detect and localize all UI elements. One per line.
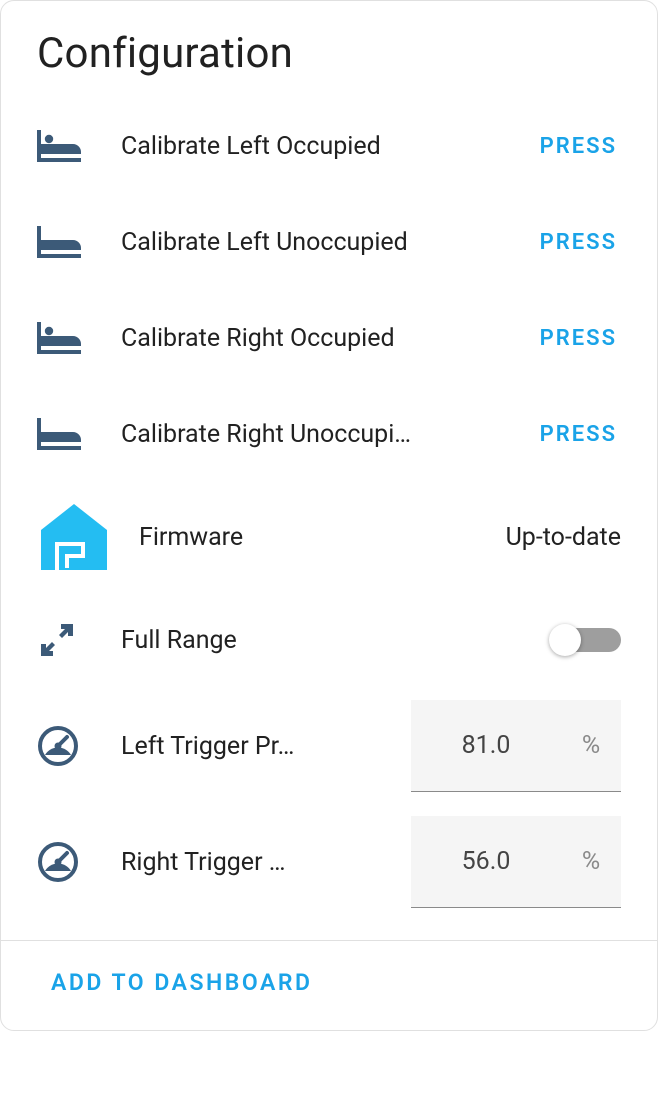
full-range-toggle[interactable] xyxy=(549,624,621,656)
left-trigger-input-wrap: % xyxy=(411,700,621,792)
row-calibrate-left-unoccupied: Calibrate Left Unoccupied PRESS xyxy=(37,194,621,290)
bed-occupied-icon xyxy=(37,322,97,354)
row-calibrate-right-unoccupied: Calibrate Right Unoccupi… PRESS xyxy=(37,386,621,482)
bed-unoccupied-icon xyxy=(37,418,97,450)
press-button-calibrate-left-unoccupied[interactable]: PRESS xyxy=(536,222,621,263)
right-trigger-input-wrap: % xyxy=(411,816,621,908)
card-header: Configuration xyxy=(1,1,657,88)
bed-unoccupied-icon xyxy=(37,226,97,258)
config-rows: Calibrate Left Occupied PRESS Calibrate … xyxy=(1,88,657,940)
row-calibrate-right-occupied: Calibrate Right Occupied PRESS xyxy=(37,290,621,386)
row-label: Firmware xyxy=(139,523,482,552)
row-right-trigger: Right Trigger … % xyxy=(37,804,621,920)
press-button-calibrate-right-occupied[interactable]: PRESS xyxy=(536,318,621,359)
press-button-calibrate-left-occupied[interactable]: PRESS xyxy=(536,126,621,167)
toggle-thumb xyxy=(549,624,581,656)
expand-icon xyxy=(37,620,97,660)
row-label: Right Trigger … xyxy=(121,848,387,877)
row-label: Left Trigger Pr… xyxy=(121,732,387,761)
unit-label: % xyxy=(561,816,621,907)
press-button-calibrate-right-unoccupied[interactable]: PRESS xyxy=(536,414,621,455)
row-label: Full Range xyxy=(121,626,525,655)
row-label: Calibrate Left Unoccupied xyxy=(121,228,512,257)
add-to-dashboard-button[interactable]: ADD TO DASHBOARD xyxy=(51,969,312,996)
row-left-trigger: Left Trigger Pr… % xyxy=(37,688,621,804)
card-footer: ADD TO DASHBOARD xyxy=(1,941,657,1030)
row-label: Calibrate Left Occupied xyxy=(121,132,512,161)
row-full-range: Full Range xyxy=(37,592,621,688)
esphome-icon xyxy=(37,500,115,574)
row-calibrate-left-occupied: Calibrate Left Occupied PRESS xyxy=(37,98,621,194)
gauge-icon xyxy=(37,841,97,883)
firmware-status: Up-to-date xyxy=(506,523,621,552)
bed-occupied-icon xyxy=(37,130,97,162)
row-label: Calibrate Right Unoccupi… xyxy=(121,420,512,449)
gauge-icon xyxy=(37,725,97,767)
row-firmware: Firmware Up-to-date xyxy=(37,482,621,592)
page-title: Configuration xyxy=(37,29,621,78)
configuration-card: Configuration Calibrate Left Occupied PR… xyxy=(0,0,658,1031)
left-trigger-input[interactable] xyxy=(411,700,561,791)
right-trigger-input[interactable] xyxy=(411,816,561,907)
row-label: Calibrate Right Occupied xyxy=(121,324,512,353)
unit-label: % xyxy=(561,700,621,791)
